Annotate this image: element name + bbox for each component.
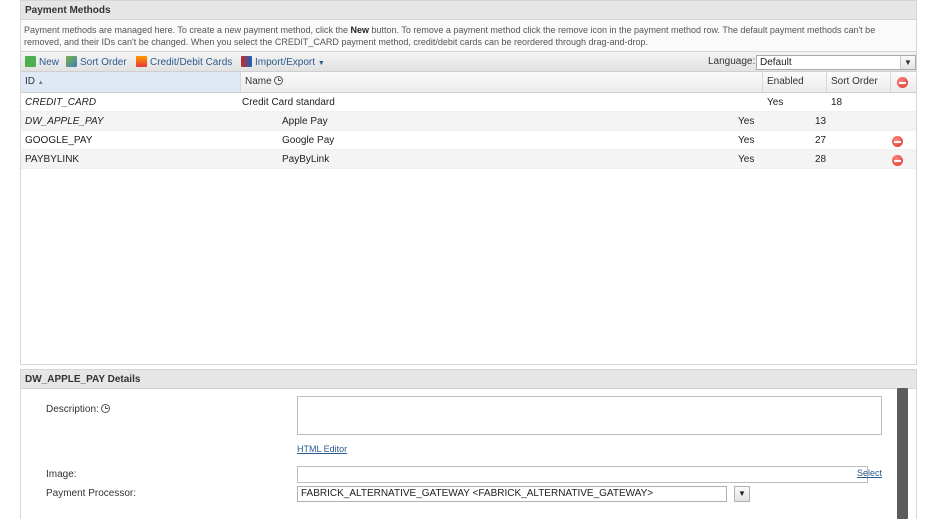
- row-name: Credit Card standard: [242, 97, 335, 108]
- localized-icon: [273, 76, 283, 85]
- localized-icon: [100, 404, 110, 413]
- column-header-name[interactable]: Name: [241, 72, 763, 92]
- table-row[interactable]: GOOGLE_PAY Google Pay Yes 27: [21, 131, 916, 150]
- chevron-down-icon[interactable]: ▼: [900, 56, 915, 69]
- sort-icon: [66, 56, 77, 67]
- credit-debit-cards-button[interactable]: Credit/Debit Cards: [136, 56, 232, 70]
- new-button[interactable]: New: [25, 56, 59, 70]
- description-textarea[interactable]: [297, 396, 882, 435]
- language-label: Language:: [708, 56, 756, 67]
- dropdown-arrow-icon: ▼: [317, 60, 325, 67]
- description-label-text: Description:: [46, 404, 99, 415]
- description-bold: New: [350, 25, 370, 35]
- language-value: Default: [760, 57, 792, 68]
- details-title: DW_APPLE_PAY Details: [21, 370, 916, 389]
- image-field[interactable]: [297, 466, 868, 483]
- column-enabled-label: Enabled: [767, 76, 804, 87]
- language-select[interactable]: Default ▼: [756, 55, 916, 70]
- row-name: PayByLink: [282, 154, 330, 165]
- details-panel: DW_APPLE_PAY Details Description: HTML E…: [20, 369, 917, 519]
- grid-header: ID ▲ Name Enabled Sort Order: [21, 72, 916, 93]
- row-sort-order: 28: [815, 154, 827, 165]
- cards-label: Credit/Debit Cards: [150, 57, 233, 68]
- new-label: New: [39, 57, 60, 68]
- import-export-label: Import/Export: [255, 57, 316, 68]
- plus-icon: [25, 56, 36, 67]
- image-label: Image:: [46, 469, 77, 480]
- row-enabled: Yes: [738, 116, 755, 127]
- row-sort-order: 27: [815, 135, 827, 146]
- column-header-sort-order[interactable]: Sort Order: [827, 72, 891, 92]
- row-enabled: Yes: [738, 135, 755, 146]
- panel-description: Payment methods are managed here. To cre…: [21, 20, 916, 51]
- grid-body: CREDIT_CARD Credit Card standard Yes 18 …: [21, 93, 916, 315]
- column-sort-order-label: Sort Order: [831, 76, 878, 87]
- column-id-label: ID: [25, 76, 35, 87]
- row-name: Google Pay: [282, 135, 335, 146]
- row-name: Apple Pay: [282, 116, 328, 127]
- row-sort-order: 13: [815, 116, 827, 127]
- description-text: Payment methods are managed here. To cre…: [24, 25, 351, 35]
- chevron-down-icon[interactable]: ▼: [734, 486, 750, 502]
- row-id: CREDIT_CARD: [25, 97, 97, 108]
- payment-methods-panel: Payment Methods Payment methods are mana…: [20, 0, 917, 365]
- import-export-button[interactable]: Import/Export ▼: [241, 56, 325, 70]
- remove-row-icon[interactable]: [892, 136, 903, 147]
- column-header-enabled[interactable]: Enabled: [763, 72, 827, 92]
- select-image-link[interactable]: Select: [857, 468, 882, 478]
- payment-processor-label: Payment Processor:: [46, 488, 137, 499]
- column-header-id[interactable]: ID ▲: [21, 72, 241, 92]
- toolbar: New Sort Order Credit/Debit Cards Import…: [21, 51, 916, 72]
- remove-row-icon[interactable]: [892, 155, 903, 166]
- row-id: DW_APPLE_PAY: [25, 116, 104, 127]
- table-row[interactable]: PAYBYLINK PayByLink Yes 28: [21, 150, 916, 169]
- payment-processor-value: FABRICK_ALTERNATIVE_GATEWAY <FABRICK_ALT…: [301, 488, 654, 499]
- table-row[interactable]: CREDIT_CARD Credit Card standard Yes 18: [21, 93, 916, 112]
- table-row[interactable]: DW_APPLE_PAY Apple Pay Yes 13: [21, 112, 916, 131]
- row-sort-order: 18: [831, 97, 843, 108]
- import-export-icon: [241, 56, 252, 67]
- cards-icon: [136, 56, 147, 67]
- description-label: Description:: [46, 404, 110, 415]
- row-enabled: Yes: [738, 154, 755, 165]
- payment-processor-select[interactable]: FABRICK_ALTERNATIVE_GATEWAY <FABRICK_ALT…: [297, 486, 727, 502]
- sort-asc-icon: ▲: [37, 80, 44, 86]
- details-body: Description: HTML Editor Image: Select P…: [21, 389, 916, 519]
- sort-order-button[interactable]: Sort Order: [66, 56, 127, 70]
- panel-title: Payment Methods: [21, 1, 916, 20]
- row-id: PAYBYLINK: [25, 154, 80, 165]
- row-enabled: Yes: [767, 97, 784, 108]
- sort-order-label: Sort Order: [80, 57, 127, 68]
- html-editor-link[interactable]: HTML Editor: [297, 444, 347, 454]
- remove-icon: [897, 77, 908, 88]
- row-id: GOOGLE_PAY: [25, 135, 93, 146]
- scrollbar[interactable]: [897, 388, 908, 519]
- column-name-label: Name: [245, 76, 272, 87]
- column-header-remove: [891, 72, 916, 92]
